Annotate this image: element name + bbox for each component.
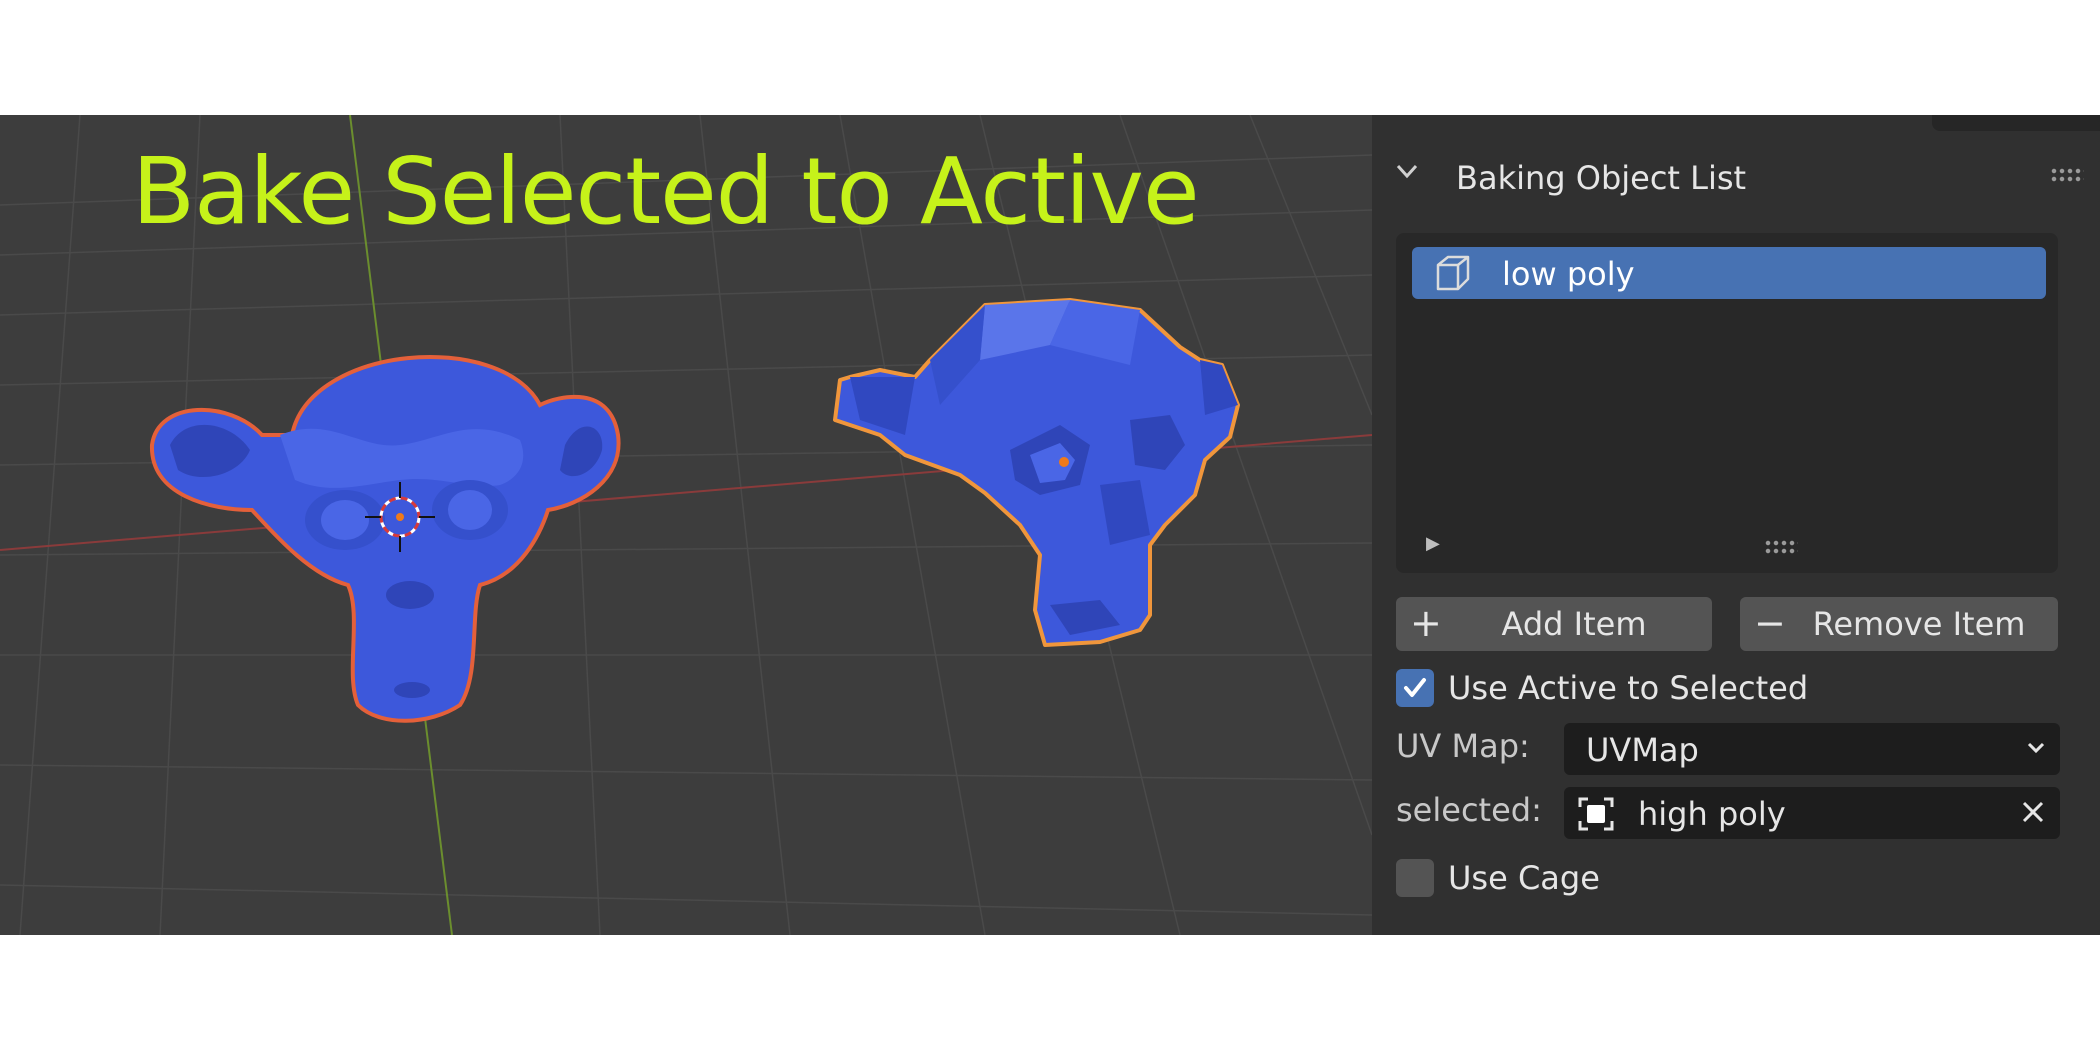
list-item[interactable]: low poly — [1412, 247, 2046, 299]
use-cage-label: Use Cage — [1448, 859, 1600, 897]
selected-object-field[interactable]: high poly — [1564, 787, 2060, 839]
use-cage-checkbox[interactable] — [1396, 859, 1434, 897]
list-item-label: low poly — [1502, 255, 1635, 293]
remove-item-button[interactable]: − Remove Item — [1740, 597, 2058, 651]
panel-title: Baking Object List — [1456, 159, 1747, 197]
selected-label: selected: — [1396, 791, 1542, 829]
banner-title: Bake Selected to Active — [132, 138, 1200, 245]
collapse-chevron-icon[interactable] — [1394, 157, 1420, 192]
chevron-down-icon — [2027, 742, 2045, 754]
panel-header[interactable]: Baking Object List — [1394, 153, 2084, 203]
use-active-to-selected-checkbox[interactable] — [1396, 669, 1434, 707]
screenshot-frame: Bake Selected to Active Baking Object Li… — [0, 115, 2100, 935]
uv-map-dropdown[interactable]: UVMap — [1564, 723, 2060, 775]
low-poly-monkey-mesh[interactable] — [833, 298, 1240, 647]
add-item-button[interactable]: + Add Item — [1396, 597, 1712, 651]
selected-object-value: high poly — [1638, 795, 1786, 833]
object-icon — [1578, 797, 1614, 831]
mesh-cube-icon — [1436, 255, 1470, 291]
checkmark-icon — [1404, 678, 1426, 697]
expand-arrow-icon[interactable]: ▶ — [1426, 533, 1440, 554]
uv-map-value: UVMap — [1586, 731, 1699, 769]
add-item-label: Add Item — [1501, 605, 1647, 643]
baking-object-list[interactable]: low poly ▶ — [1396, 233, 2058, 573]
high-poly-monkey-mesh[interactable] — [149, 355, 621, 723]
remove-item-label: Remove Item — [1812, 605, 2026, 643]
properties-panel: Baking Object List low poly ▶ + Add Item… — [1372, 115, 2100, 935]
clear-icon[interactable] — [2020, 799, 2046, 825]
3d-viewport[interactable]: Bake Selected to Active — [0, 115, 1372, 935]
list-resize-grip-icon[interactable] — [1764, 539, 1798, 555]
drag-handle-icon[interactable] — [2050, 167, 2084, 183]
uv-map-label: UV Map: — [1396, 727, 1530, 765]
panel-header-strip — [1932, 115, 2100, 131]
use-active-to-selected-label: Use Active to Selected — [1448, 669, 1809, 707]
